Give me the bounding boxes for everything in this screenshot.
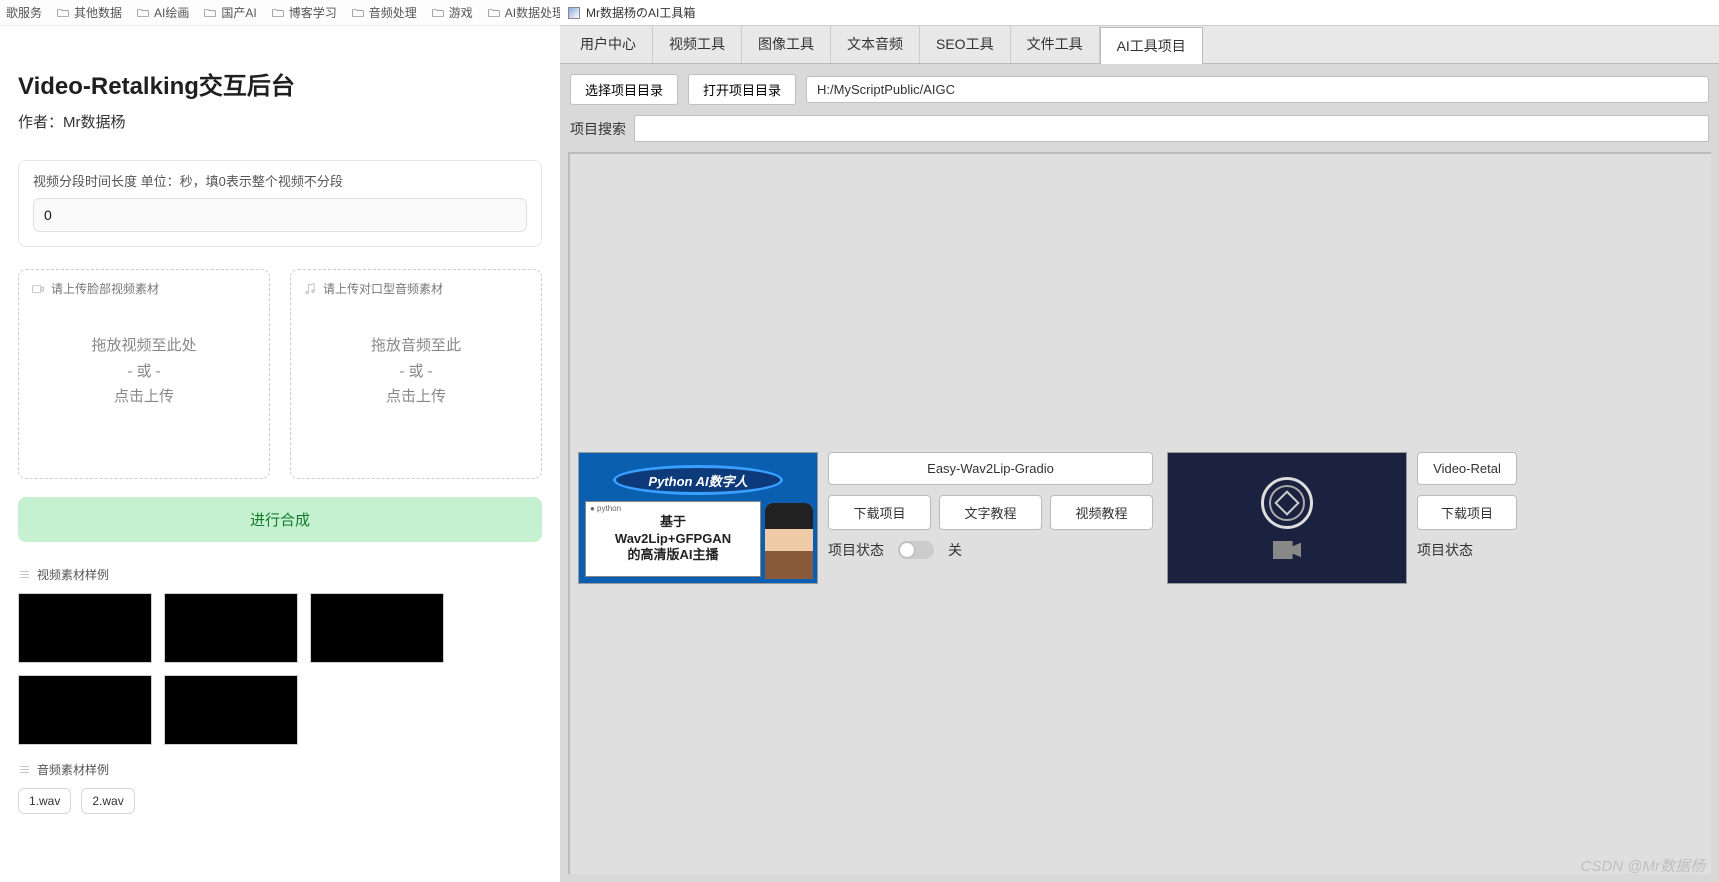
project-card: Video-Retal 下载项目 项目状态	[1167, 452, 1517, 584]
segment-label: 视频分段时间长度 单位：秒，填0表示整个视频不分段	[33, 171, 527, 190]
video-thumb[interactable]	[18, 675, 152, 745]
project-title-button[interactable]: Video-Retal	[1417, 452, 1517, 485]
project-search-input[interactable]	[634, 115, 1709, 142]
upload-video-label: 请上传脸部视频素材	[51, 280, 159, 297]
video-tutorial-button[interactable]: 视频教程	[1050, 495, 1153, 530]
folder-icon	[203, 6, 217, 20]
bookmark-item[interactable]: 音频处理	[351, 4, 417, 21]
main-tabbar: 用户中心 视频工具 图像工具 文本音频 SEO工具 文件工具 AI工具项目	[560, 26, 1719, 64]
project-title-button[interactable]: Easy-Wav2Lip-Gradio	[828, 452, 1153, 485]
project-thumbnail[interactable]	[1167, 452, 1407, 584]
segment-input[interactable]	[33, 198, 527, 232]
drop-video-area[interactable]: 拖放视频至此处 - 或 - 点击上传	[31, 305, 257, 438]
video-samples-header: 视频素材样例	[18, 566, 542, 583]
folder-icon	[271, 6, 285, 20]
tab-ai-projects[interactable]: AI工具项目	[1100, 27, 1203, 64]
search-row: 项目搜索	[560, 111, 1719, 152]
toolbox-app: Mr数据杨のAI工具箱 用户中心 视频工具 图像工具 文本音频 SEO工具 文件…	[560, 0, 1719, 882]
bookmark-item[interactable]: 其他数据	[56, 4, 122, 21]
thumb-banner: Python AI数字人	[613, 465, 783, 495]
run-button[interactable]: 进行合成	[18, 497, 542, 542]
video-thumb[interactable]	[18, 593, 152, 663]
audio-samples-header: 音频素材样例	[18, 761, 542, 778]
bookmarks-bar: 歌服务 其他数据 AI绘画 国产AI 博客学习 音频处理 游戏 AI数据处理	[0, 0, 560, 26]
bookmark-item[interactable]: AI绘画	[136, 4, 189, 21]
camera-off-icon	[1273, 541, 1301, 559]
bookmark-item[interactable]: 歌服务	[6, 4, 42, 21]
tab-file-tools[interactable]: 文件工具	[1011, 26, 1100, 63]
tab-image-tools[interactable]: 图像工具	[742, 26, 831, 63]
path-field[interactable]	[806, 76, 1709, 103]
video-thumb[interactable]	[164, 675, 298, 745]
bookmark-item[interactable]: 国产AI	[203, 4, 256, 21]
audio-sample-chip[interactable]: 1.wav	[18, 788, 71, 814]
window-titlebar[interactable]: Mr数据杨のAI工具箱	[560, 0, 1719, 26]
folder-icon	[431, 6, 445, 20]
folder-icon	[56, 6, 70, 20]
download-project-button[interactable]: 下载项目	[828, 495, 931, 530]
audio-sample-chip[interactable]: 2.wav	[81, 788, 134, 814]
video-thumb-grid	[18, 593, 542, 745]
watermark: CSDN @Mr数据杨	[1581, 855, 1705, 876]
tab-text-audio[interactable]: 文本音频	[831, 26, 920, 63]
gradio-page: 歌服务 其他数据 AI绘画 国产AI 博客学习 音频处理 游戏 AI数据处理 V…	[0, 0, 560, 882]
toolbar: 选择项目目录 打开项目目录	[560, 64, 1719, 111]
segment-field: 视频分段时间长度 单位：秒，填0表示整个视频不分段	[18, 160, 542, 247]
status-value: 关	[948, 540, 962, 560]
tab-seo-tools[interactable]: SEO工具	[920, 26, 1011, 63]
folder-icon	[487, 6, 501, 20]
download-project-button[interactable]: 下载项目	[1417, 495, 1517, 530]
folder-icon	[136, 6, 150, 20]
bookmark-item[interactable]: 游戏	[431, 4, 473, 21]
tab-video-tools[interactable]: 视频工具	[653, 26, 742, 63]
status-label: 项目状态	[1417, 540, 1473, 560]
tab-user-center[interactable]: 用户中心	[564, 26, 653, 63]
upload-audio-label: 请上传对口型音频素材	[323, 280, 443, 297]
video-thumb[interactable]	[164, 593, 298, 663]
video-icon	[31, 282, 45, 296]
status-toggle[interactable]	[898, 541, 934, 559]
window-title: Mr数据杨のAI工具箱	[586, 4, 695, 21]
status-label: 项目状态	[828, 540, 884, 560]
video-thumb[interactable]	[310, 593, 444, 663]
author-line: 作者：Mr数据杨	[18, 111, 542, 132]
project-list-area: Python AI数字人 ● python 基于 Wav2Lip+GFPGAN …	[568, 152, 1711, 874]
upload-audio-box[interactable]: 请上传对口型音频素材 拖放音频至此 - 或 - 点击上传	[290, 269, 542, 479]
search-label: 项目搜索	[570, 119, 626, 139]
bookmark-item[interactable]: 博客学习	[271, 4, 337, 21]
app-icon	[568, 7, 580, 19]
drop-audio-area[interactable]: 拖放音频至此 - 或 - 点击上传	[303, 305, 529, 438]
music-icon	[303, 282, 317, 296]
avatar-graphic	[765, 503, 813, 579]
open-dir-button[interactable]: 打开项目目录	[688, 74, 796, 105]
obs-icon	[1261, 477, 1313, 529]
upload-video-box[interactable]: 请上传脸部视频素材 拖放视频至此处 - 或 - 点击上传	[18, 269, 270, 479]
page-title: Video-Retalking交互后台	[18, 66, 542, 101]
list-icon	[18, 763, 31, 776]
select-dir-button[interactable]: 选择项目目录	[570, 74, 678, 105]
thumb-caption: ● python 基于 Wav2Lip+GFPGAN 的高清版AI主播	[585, 501, 761, 577]
folder-icon	[351, 6, 365, 20]
project-card: Python AI数字人 ● python 基于 Wav2Lip+GFPGAN …	[578, 452, 1153, 584]
bookmark-item[interactable]: AI数据处理	[487, 4, 560, 21]
text-tutorial-button[interactable]: 文字教程	[939, 495, 1042, 530]
list-icon	[18, 568, 31, 581]
project-thumbnail[interactable]: Python AI数字人 ● python 基于 Wav2Lip+GFPGAN …	[578, 452, 818, 584]
